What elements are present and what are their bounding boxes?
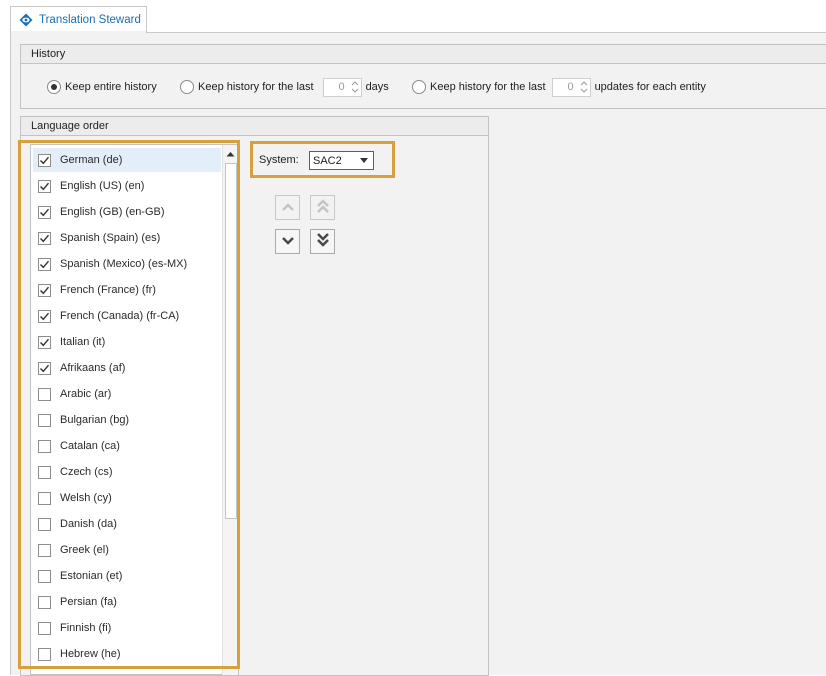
radio-keep-updates[interactable] [412,80,426,94]
updates-suffix: updates for each entity [594,81,706,93]
tab-label: Translation Steward [39,14,141,26]
radio-label: Keep history for the last [430,81,546,93]
radio-keep-entire[interactable] [47,80,61,94]
tab-strip: Translation Steward [0,0,826,33]
language-list-highlight [18,140,240,669]
move-up-button[interactable] [275,195,300,220]
history-option-entire[interactable]: Keep entire history [47,77,157,97]
radio-keep-days[interactable] [180,80,194,94]
spin-arrows-icon[interactable] [349,79,361,96]
radio-label: Keep entire history [65,81,157,93]
move-bottom-button[interactable] [310,229,335,254]
updates-stepper[interactable]: 0 [551,77,591,97]
history-option-updates[interactable]: Keep history for the last 0 updates for … [412,77,706,97]
history-option-days[interactable]: Keep history for the last 0 days [180,77,389,97]
double-chevron-up-icon [316,199,329,216]
system-label: System: [259,154,299,166]
language-order-header: Language order [21,117,488,136]
spin-arrows-icon[interactable] [578,79,590,96]
system-dropdown[interactable]: SAC2 [309,151,374,170]
chevron-down-icon [360,158,368,163]
system-value: SAC2 [313,154,342,167]
days-suffix: days [365,81,389,93]
days-stepper[interactable]: 0 [322,77,362,97]
days-value: 0 [338,81,345,93]
move-top-button[interactable] [310,195,335,220]
history-header: History [21,45,826,64]
tab-translation-steward[interactable]: Translation Steward [10,6,147,33]
radio-label: Keep history for the last [198,81,314,93]
double-chevron-down-icon [316,233,329,250]
chevron-down-icon [281,236,294,248]
chevron-up-icon [281,202,294,214]
move-down-button[interactable] [275,229,300,254]
diamond-eye-icon [19,13,33,27]
updates-value: 0 [567,81,574,93]
